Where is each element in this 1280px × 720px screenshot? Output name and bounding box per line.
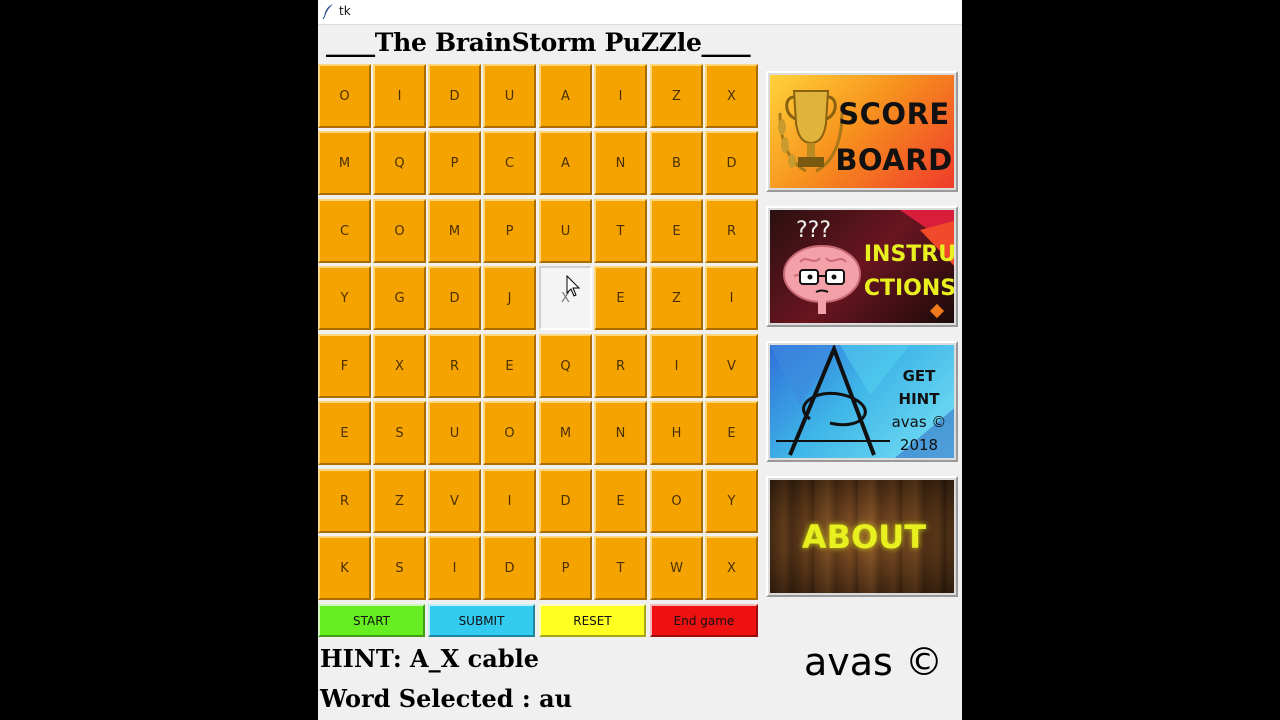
letter-tile[interactable]: E xyxy=(650,199,703,263)
hint-text: HINT: A_X cable xyxy=(320,644,539,673)
letter-tile[interactable]: P xyxy=(428,131,481,195)
letter-tile[interactable]: Z xyxy=(650,64,703,128)
page-title: ____The BrainStorm PuZZle____ xyxy=(326,28,751,57)
score-board-label-line1: SCORE xyxy=(838,97,950,131)
letter-tile[interactable]: J xyxy=(483,266,536,330)
letter-tile[interactable]: C xyxy=(483,131,536,195)
letter-tile[interactable]: R xyxy=(594,334,647,398)
submit-button[interactable]: SUBMIT xyxy=(428,604,535,637)
letter-tile[interactable]: S xyxy=(373,401,426,465)
letter-tile[interactable]: I xyxy=(650,334,703,398)
letter-tile[interactable]: E xyxy=(483,334,536,398)
start-button[interactable]: START xyxy=(318,604,425,637)
window-titlebar: tk xyxy=(318,0,962,25)
letter-tile[interactable]: O xyxy=(318,64,371,128)
score-board-button[interactable]: SCORE BOARD xyxy=(766,71,958,192)
letter-tile[interactable]: W xyxy=(650,536,703,600)
reset-button[interactable]: RESET xyxy=(539,604,646,637)
instructions-label-line2: CTIONS xyxy=(863,276,954,301)
letter-tile[interactable]: O xyxy=(483,401,536,465)
letter-tile[interactable]: M xyxy=(539,401,592,465)
letter-tile[interactable]: Y xyxy=(318,266,371,330)
get-hint-label-line2: HINT xyxy=(898,390,940,408)
letter-tile[interactable]: Z xyxy=(650,266,703,330)
letter-tile[interactable]: X xyxy=(705,536,758,600)
letter-tile[interactable]: T xyxy=(594,199,647,263)
brain-icon xyxy=(783,245,861,314)
letter-tile[interactable]: R xyxy=(318,469,371,533)
letter-tile[interactable]: D xyxy=(483,536,536,600)
copyright-text: avas © xyxy=(804,640,943,684)
letter-tile[interactable]: C xyxy=(318,199,371,263)
letter-tile[interactable]: U xyxy=(483,64,536,128)
get-hint-button[interactable]: GET HINT avas © 2018 xyxy=(766,341,958,462)
letter-tile[interactable]: X xyxy=(373,334,426,398)
letter-tile[interactable]: T xyxy=(594,536,647,600)
letter-tile[interactable]: U xyxy=(428,401,481,465)
letter-tile[interactable]: U xyxy=(539,199,592,263)
letter-tile[interactable]: I xyxy=(428,536,481,600)
letter-tile[interactable]: N xyxy=(594,131,647,195)
letter-tile[interactable]: I xyxy=(373,64,426,128)
about-button[interactable]: ABOUT xyxy=(766,476,958,597)
letter-tile[interactable]: E xyxy=(318,401,371,465)
letter-tile[interactable]: R xyxy=(705,199,758,263)
letter-tile[interactable]: M xyxy=(428,199,481,263)
letter-tile[interactable]: X xyxy=(705,64,758,128)
score-board-label-line2: BOARD xyxy=(835,143,953,177)
letter-tile[interactable]: D xyxy=(428,266,481,330)
letter-tile[interactable]: Q xyxy=(539,334,592,398)
letter-tile[interactable]: A xyxy=(539,64,592,128)
letter-tile[interactable]: Z xyxy=(373,469,426,533)
letter-tile[interactable]: D xyxy=(705,131,758,195)
feather-icon xyxy=(322,4,333,19)
letter-tile[interactable]: A xyxy=(539,131,592,195)
letter-tile[interactable]: K xyxy=(318,536,371,600)
end-game-button[interactable]: End game xyxy=(650,604,758,637)
letter-tile[interactable]: P xyxy=(539,536,592,600)
letter-tile[interactable]: Q xyxy=(373,131,426,195)
instructions-label-line1: INSTRU xyxy=(863,242,954,267)
get-hint-label-line1: GET xyxy=(902,367,936,385)
letter-tile[interactable]: P xyxy=(483,199,536,263)
letter-tile[interactable]: E xyxy=(594,469,647,533)
letter-tile[interactable]: V xyxy=(705,334,758,398)
letter-tile[interactable]: I xyxy=(705,266,758,330)
instructions-button[interactable]: ??? INSTRU CTIONS xyxy=(766,206,958,327)
word-selected-text: Word Selected : au xyxy=(320,684,573,713)
letter-tile[interactable]: N xyxy=(594,401,647,465)
letter-tile[interactable]: I xyxy=(594,64,647,128)
question-marks: ??? xyxy=(796,218,832,243)
get-hint-label-line3: avas © xyxy=(891,413,947,431)
letter-tile[interactable]: D xyxy=(539,469,592,533)
letter-tile[interactable]: E xyxy=(705,401,758,465)
letter-tile[interactable]: O xyxy=(373,199,426,263)
window-title: tk xyxy=(339,4,351,18)
letter-tile[interactable]: B xyxy=(650,131,703,195)
letter-tile[interactable]: H xyxy=(650,401,703,465)
letter-tile[interactable]: F xyxy=(318,334,371,398)
letter-tile[interactable]: X xyxy=(539,266,592,330)
letter-tile[interactable]: S xyxy=(373,536,426,600)
get-hint-label-line4: 2018 xyxy=(899,436,939,454)
letter-tile[interactable]: G xyxy=(373,266,426,330)
letter-tile[interactable]: I xyxy=(483,469,536,533)
letter-tile[interactable]: R xyxy=(428,334,481,398)
letter-tile[interactable]: D xyxy=(428,64,481,128)
letter-tile[interactable]: E xyxy=(594,266,647,330)
letter-tile[interactable]: V xyxy=(428,469,481,533)
letter-tile[interactable]: O xyxy=(650,469,703,533)
letter-tile[interactable]: M xyxy=(318,131,371,195)
app-window: tk ____The BrainStorm PuZZle____ OIDUAIZ… xyxy=(318,0,962,720)
about-label: ABOUT xyxy=(801,518,927,556)
letter-tile[interactable]: Y xyxy=(705,469,758,533)
